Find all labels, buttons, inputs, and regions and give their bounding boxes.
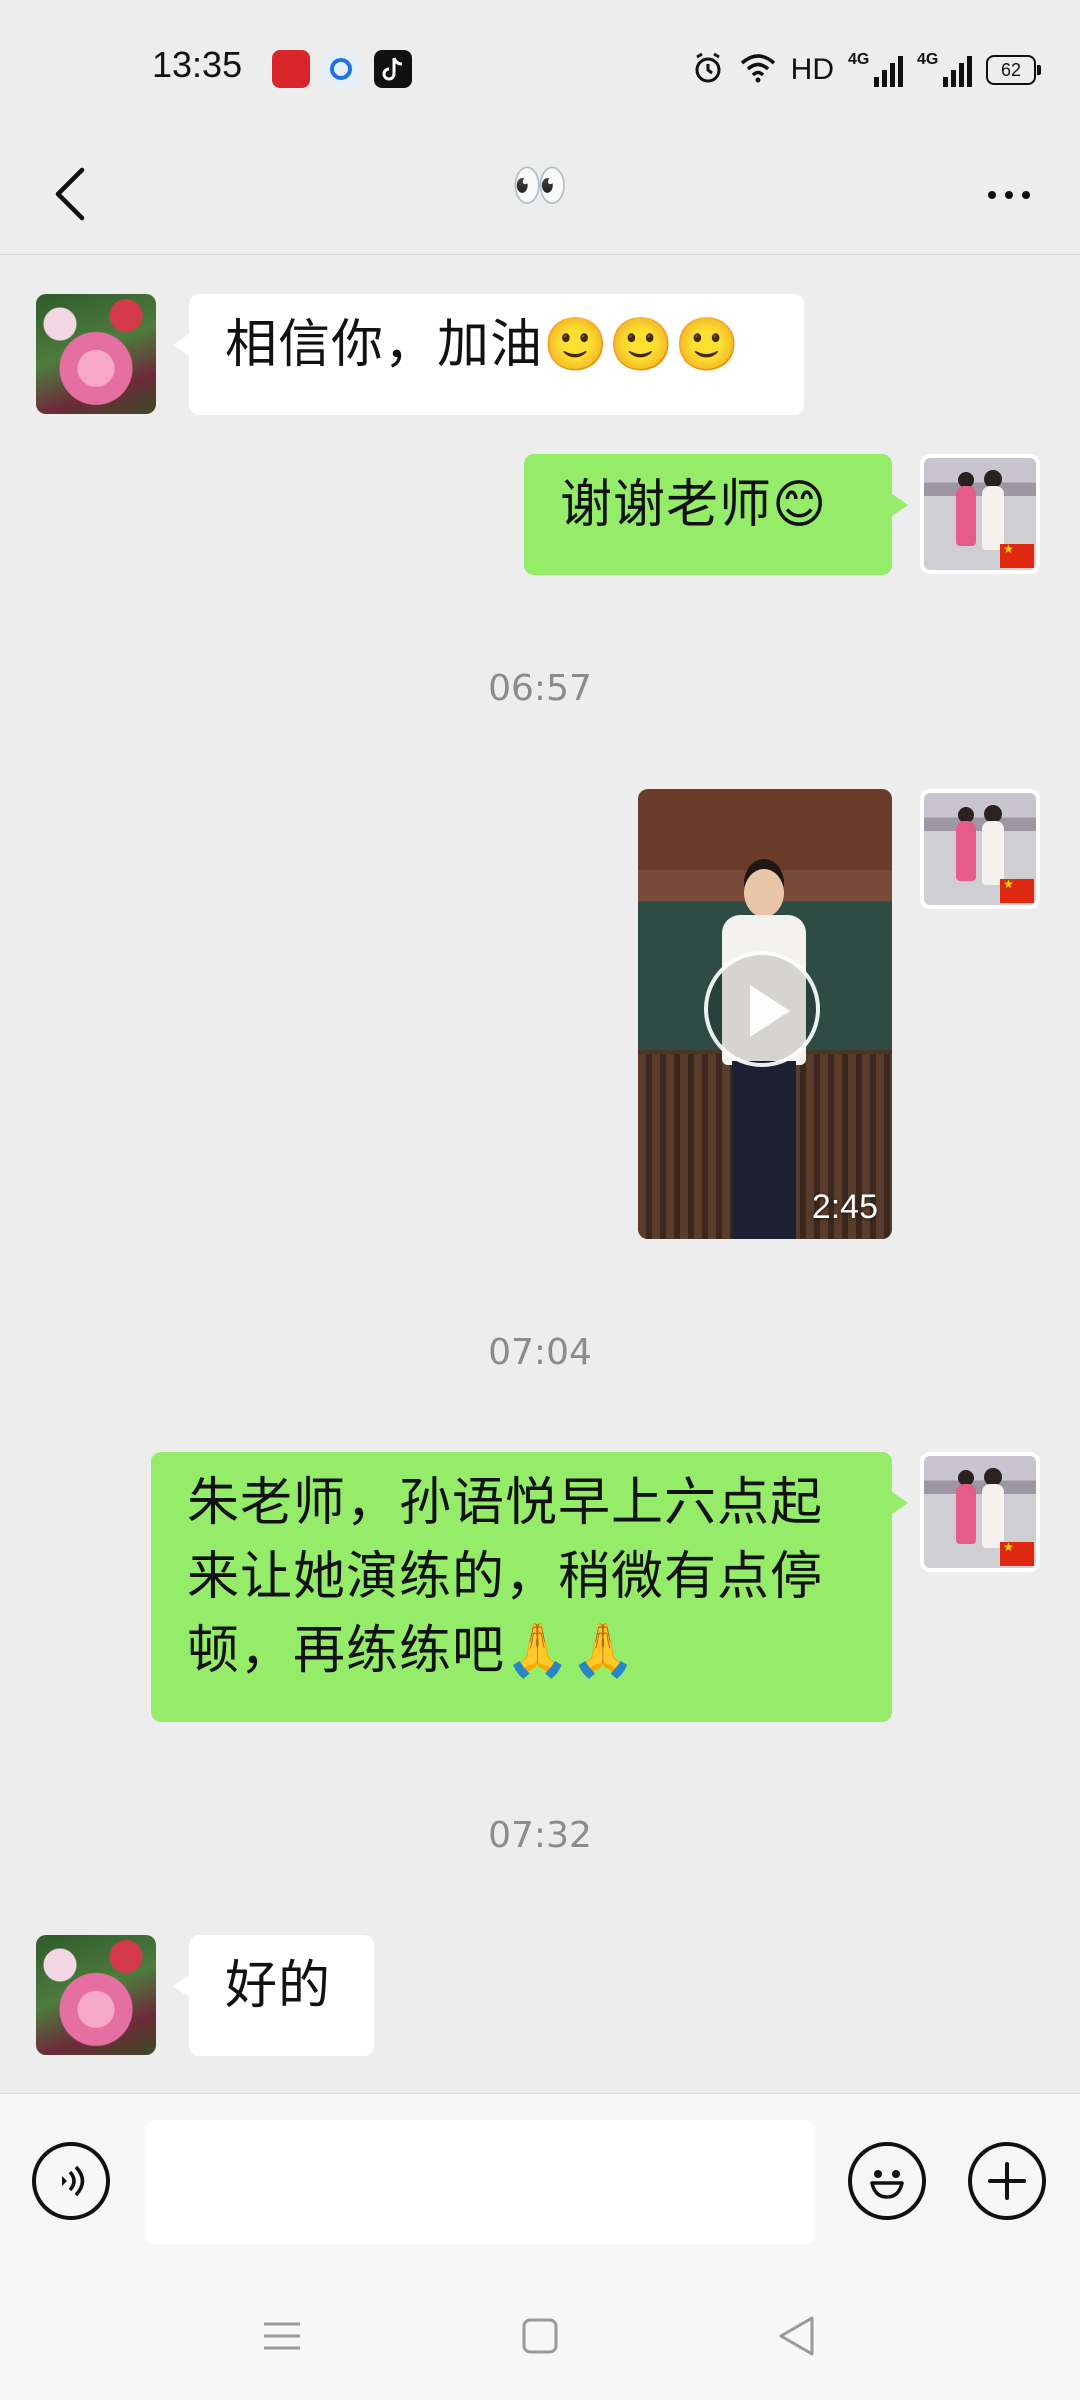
video-duration: 2:45 — [811, 1188, 878, 1226]
play-icon[interactable] — [704, 951, 820, 1067]
chat-title: 👀 — [511, 158, 569, 212]
wifi-icon — [739, 53, 777, 87]
voice-icon — [62, 2165, 85, 2197]
more-dot-icon — [988, 191, 996, 199]
video-message[interactable]: 2:45 — [638, 789, 892, 1239]
more-dot-icon — [1022, 191, 1030, 199]
contact-avatar[interactable] — [36, 294, 156, 414]
plus-button[interactable] — [968, 2142, 1046, 2220]
flag-icon — [1000, 877, 1034, 903]
signal-icon: 4G — [848, 51, 903, 87]
back-triangle-icon — [779, 2316, 814, 2356]
more-button[interactable] — [974, 170, 1044, 220]
menu-icon — [264, 2322, 300, 2350]
alarm-icon — [691, 51, 725, 89]
more-dot-icon — [1005, 191, 1013, 199]
emoji-button[interactable] — [848, 2142, 926, 2220]
system-navigation-bar — [0, 2273, 1080, 2400]
message-bubble-outgoing[interactable]: 谢谢老师😊 — [524, 454, 908, 575]
message-text: 好的 — [225, 1956, 332, 2016]
input-bar — [0, 2093, 1080, 2274]
hd-label: HD — [790, 53, 834, 86]
message-bubble-incoming[interactable]: 好的 — [173, 1935, 374, 2056]
home-button[interactable] — [510, 2311, 570, 2361]
menu-button[interactable] — [252, 2311, 312, 2361]
calendar-app-icon — [272, 50, 310, 88]
message-timestamp: 07:32 — [488, 1815, 592, 1856]
back-nav-button[interactable] — [766, 2311, 826, 2361]
browser-app-icon — [322, 50, 360, 88]
tiktok-app-icon — [374, 50, 412, 88]
message-text: 朱老师，孙语悦早上六点起来让她演练的，稍微有点停顿，再练练吧🙏🙏 — [187, 1473, 824, 1681]
chat-header: 👀 — [0, 140, 1080, 255]
emoji-icon — [870, 2170, 904, 2199]
message-bubble-incoming[interactable]: 相信你，加油🙂🙂🙂 — [173, 294, 804, 415]
message-bubble-outgoing[interactable]: 朱老师，孙语悦早上六点起来让她演练的，稍微有点停顿，再练练吧🙏🙏 — [151, 1452, 908, 1722]
message-text: 谢谢老师😊 — [560, 475, 828, 535]
message-input[interactable] — [145, 2120, 815, 2244]
my-avatar[interactable] — [920, 454, 1040, 574]
status-bar: 13:35 HD 4G 4G 62 — [0, 0, 1080, 140]
signal-icon: 4G — [917, 51, 972, 87]
flag-icon — [1000, 1540, 1034, 1566]
network-label: 4G — [917, 51, 939, 68]
message-timestamp: 06:57 — [488, 668, 592, 709]
home-icon — [522, 2318, 558, 2354]
message-text: 相信你，加油🙂🙂🙂 — [225, 315, 741, 375]
voice-button[interactable] — [32, 2142, 110, 2220]
network-label: 4G — [848, 51, 870, 68]
flag-icon — [1000, 542, 1034, 568]
status-time: 13:35 — [152, 44, 243, 85]
battery-icon: 62 — [986, 55, 1041, 85]
message-timestamp: 07:04 — [488, 1332, 592, 1373]
my-avatar[interactable] — [920, 1452, 1040, 1572]
my-avatar[interactable] — [920, 789, 1040, 909]
plus-icon — [988, 2162, 1026, 2200]
contact-avatar[interactable] — [36, 1935, 156, 2055]
